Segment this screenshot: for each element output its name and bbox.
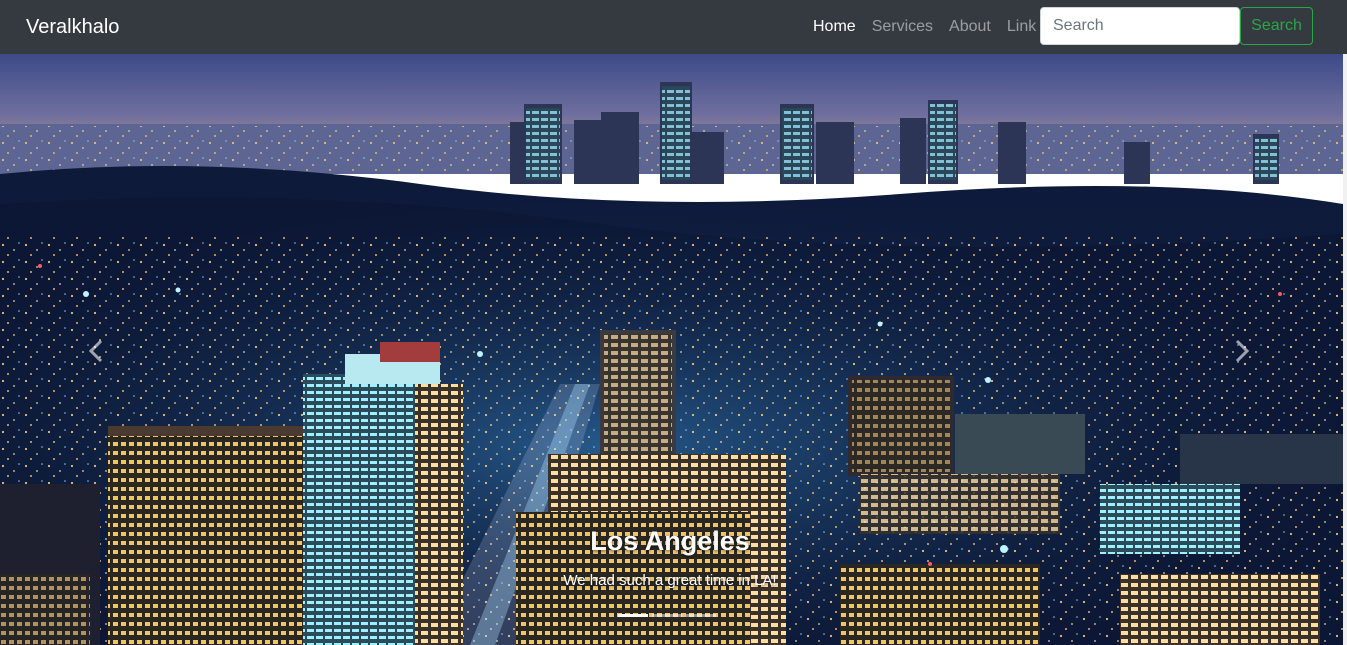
carousel-next-control[interactable] <box>1226 336 1256 366</box>
search-input[interactable] <box>1040 7 1240 45</box>
carousel-caption: Los Angeles We had such a great time in … <box>470 524 870 590</box>
carousel-indicator[interactable] <box>618 614 648 617</box>
nav-link-services[interactable]: Services <box>864 16 941 38</box>
nav-link-home[interactable]: Home <box>805 16 864 38</box>
nav-link-about[interactable]: About <box>941 16 999 38</box>
navbar: Veralkhalo Home Services About Link Sear… <box>0 0 1347 54</box>
chevron-left-icon <box>88 339 103 363</box>
search-button[interactable]: Search <box>1240 7 1313 45</box>
carousel-prev-control[interactable] <box>82 336 112 366</box>
page-scrollbar[interactable] <box>1343 54 1347 645</box>
slide-title: Los Angeles <box>590 526 750 556</box>
nav-links: Home Services About Link <box>805 16 1044 38</box>
chevron-right-icon <box>1235 339 1250 363</box>
carousel-indicator[interactable] <box>652 614 682 617</box>
carousel-indicators <box>618 614 716 617</box>
carousel: Los Angeles We had such a great time in … <box>0 54 1343 645</box>
slide-caption: We had such a great time in LA! <box>563 572 777 589</box>
carousel-indicator[interactable] <box>686 614 716 617</box>
nav-link-link[interactable]: Link <box>999 16 1044 38</box>
brand-logo[interactable]: Veralkhalo <box>26 14 119 40</box>
